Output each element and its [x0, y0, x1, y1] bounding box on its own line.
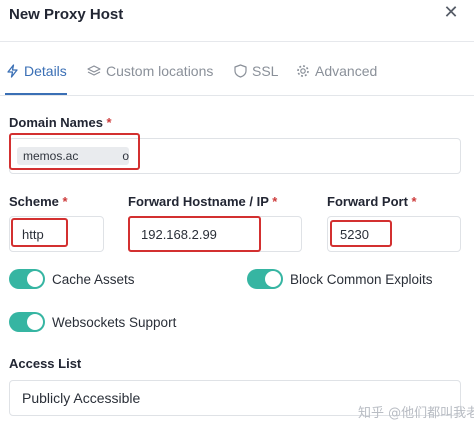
- tab-advanced[interactable]: Advanced: [296, 60, 377, 82]
- websockets-label: Websockets Support: [52, 315, 177, 330]
- modal-header: New Proxy Host ✕: [0, 0, 474, 42]
- tab-advanced-label: Advanced: [315, 63, 378, 79]
- forward-hostname-label: Forward Hostname / IP *: [128, 194, 278, 209]
- watermark-text: 知乎 @他们都叫我老宇: [358, 406, 474, 421]
- required-mark: *: [411, 194, 417, 209]
- cache-assets-label: Cache Assets: [52, 272, 135, 287]
- gear-icon: [296, 64, 310, 78]
- toggle-knob: [27, 271, 43, 287]
- domain-chip[interactable]: memos.acom: [17, 147, 129, 165]
- redacted-text: [78, 150, 123, 163]
- forward-hostname-input[interactable]: [128, 216, 302, 252]
- required-mark: *: [106, 115, 112, 130]
- toggle-knob: [265, 271, 281, 287]
- bolt-icon: [5, 64, 19, 78]
- modal-title: New Proxy Host: [9, 6, 124, 23]
- forward-port-label: Forward Port *: [327, 194, 417, 209]
- domain-names-label: Domain Names *: [9, 115, 112, 130]
- block-exploits-toggle[interactable]: [247, 269, 283, 289]
- scheme-label: Scheme *: [9, 194, 68, 209]
- block-exploits-label: Block Common Exploits: [290, 272, 433, 287]
- access-list-label: Access List: [9, 356, 82, 371]
- layers-icon: [87, 64, 101, 78]
- websockets-toggle[interactable]: [9, 312, 45, 332]
- tab-details-label: Details: [24, 63, 67, 79]
- close-icon[interactable]: ✕: [441, 2, 461, 22]
- shield-icon: [233, 64, 247, 78]
- toggle-knob: [27, 314, 43, 330]
- access-list-value: Publicly Accessible: [22, 390, 141, 406]
- active-tab-indicator: [5, 93, 67, 95]
- cache-assets-toggle[interactable]: [9, 269, 45, 289]
- forward-port-input[interactable]: [327, 216, 461, 252]
- required-mark: *: [62, 194, 68, 209]
- tab-ssl-label: SSL: [252, 63, 279, 79]
- required-mark: *: [272, 194, 278, 209]
- tab-ssl[interactable]: SSL: [233, 60, 278, 82]
- tab-bar: Details Custom locations SSL Advanced: [0, 42, 474, 96]
- tab-custom-locations-label: Custom locations: [106, 63, 214, 79]
- tab-custom-locations[interactable]: Custom locations: [87, 60, 213, 82]
- scheme-input[interactable]: [9, 216, 104, 252]
- tab-details[interactable]: Details: [5, 60, 67, 82]
